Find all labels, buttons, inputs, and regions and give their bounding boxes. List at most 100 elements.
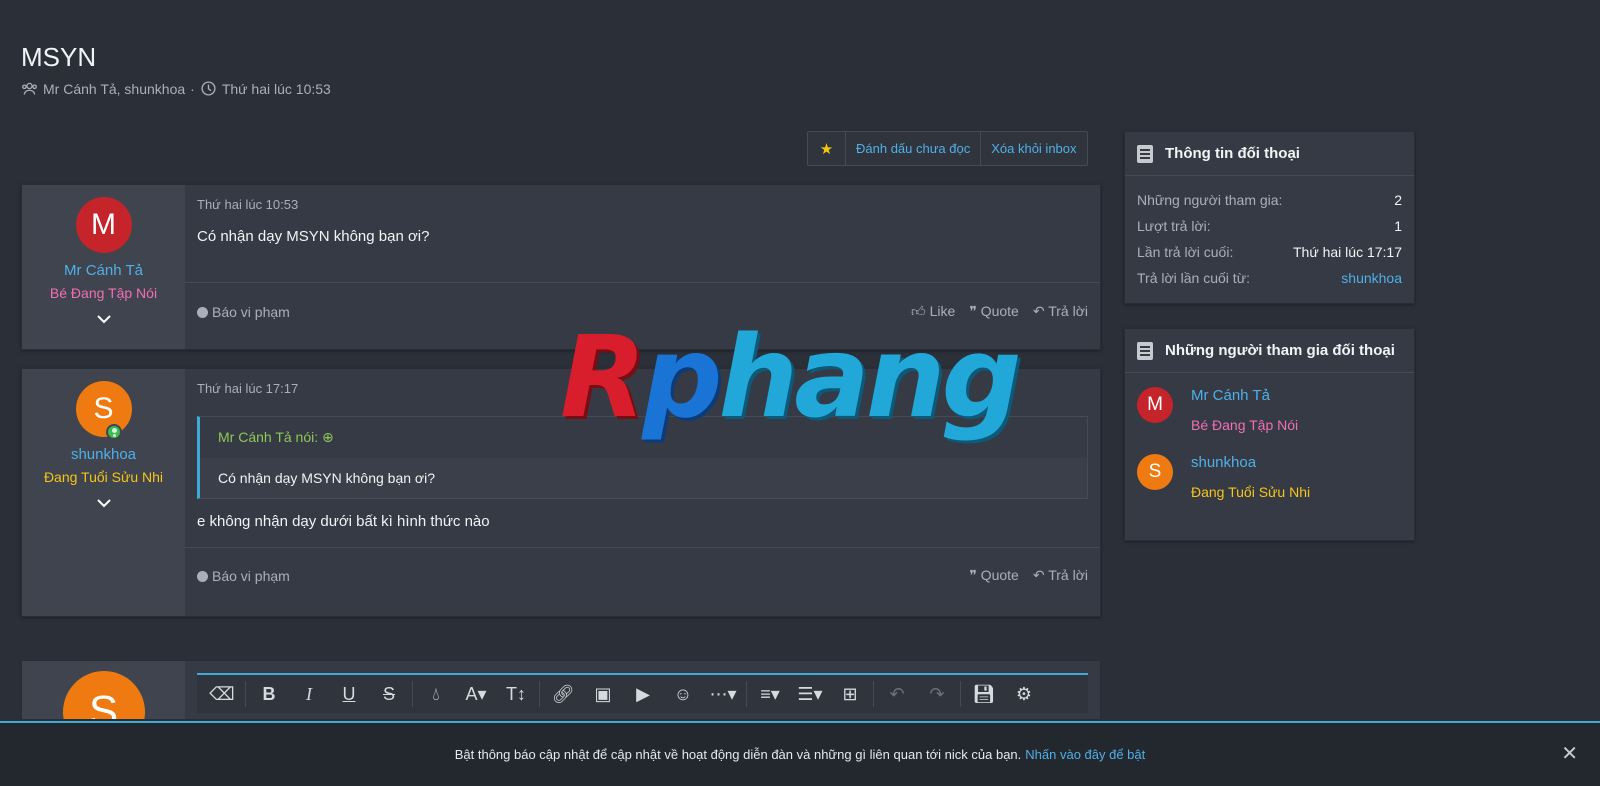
editor-main: ⌫ B I U S 💧︎ A▾ T↕ 🔗︎ ▣ ▶ ☺ ⋯▾ ≡▾ ☰▾ ⊞ ↶… — [185, 661, 1100, 719]
participant-item: S shunkhoa Đang Tuổi Sửu Nhi — [1125, 454, 1414, 500]
avatar[interactable]: M — [75, 197, 132, 253]
divider — [746, 681, 747, 707]
save-draft-icon[interactable]: 💾︎ — [965, 684, 1003, 705]
star-icon[interactable]: ★ — [808, 132, 846, 165]
emoji-icon[interactable]: ☺ — [664, 684, 702, 705]
participant-title: Đang Tuổi Sửu Nhi — [1191, 484, 1311, 500]
message-footer: Báo vi phạm 👍︎ Like ❞ Quote ↶ Trả lời — [185, 282, 1100, 340]
info-row-participants: Những người tham gia: 2 — [1137, 192, 1402, 208]
message-main: Thứ hai lúc 17:17 Mr Cánh Tả nói: ⊕ Có n… — [185, 369, 1100, 616]
info-list: Những người tham gia: 2 Lượt trả lời: 1 Lầ… — [1125, 176, 1414, 291]
document-icon — [1137, 341, 1153, 360]
message-footer: Báo vi phạm ❞ Quote ↶ Trả lời — [185, 547, 1100, 603]
remove-inbox-button[interactable]: Xóa khỏi inbox — [981, 132, 1086, 165]
report-button[interactable]: Báo vi phạm — [197, 304, 290, 320]
font-family-icon[interactable]: A▾ — [457, 684, 495, 705]
quote-author[interactable]: Mr Cánh Tả nói: ⊕ — [200, 417, 1087, 458]
notification-bar: Bật thông báo cập nhật để cập nhật về ho… — [0, 721, 1600, 786]
participant-title: Bé Đang Tập Nói — [1191, 417, 1299, 433]
enable-notifications-link[interactable]: Nhấn vào đây để bật — [1025, 747, 1145, 762]
italic-icon[interactable]: I — [290, 684, 328, 705]
message-user-panel: M Mr Cánh Tả Bé Đang Tập Nói — [22, 185, 185, 349]
chevron-down-icon[interactable] — [22, 311, 185, 327]
panel-header: Thông tin đối thoại — [1125, 132, 1414, 176]
page-title: MSYN — [21, 42, 97, 72]
image-icon[interactable]: ▣ — [584, 684, 622, 705]
avatar[interactable]: M — [1137, 387, 1173, 423]
quote-button[interactable]: ❞ Quote — [969, 303, 1019, 320]
online-status-icon — [105, 424, 122, 440]
quote-icon: ❞ — [969, 303, 981, 319]
list-icon[interactable]: ☰▾ — [791, 684, 829, 705]
panel-title: Thông tin đối thoại — [1165, 145, 1300, 162]
conversation-info-panel: Thông tin đối thoại Những người tham gia… — [1124, 131, 1415, 304]
user-title: Bé Đang Tập Nói — [49, 285, 158, 301]
info-row-replies: Lượt trả lời: 1 — [1137, 218, 1402, 234]
avatar[interactable]: S — [1137, 454, 1173, 490]
user-title: Đang Tuổi Sửu Nhi — [43, 469, 164, 485]
panel-title: Những người tham gia đối thoại — [1165, 342, 1395, 359]
chevron-down-icon[interactable] — [22, 495, 185, 511]
gear-icon[interactable]: ⚙ — [1005, 684, 1043, 705]
more-options-icon[interactable]: ⋯▾ — [704, 684, 742, 705]
last-reply-user-link[interactable]: shunkhoa — [1341, 270, 1402, 286]
users-icon — [22, 82, 37, 95]
avatar: S — [62, 671, 145, 719]
message-main: Thứ hai lúc 10:53 Có nhận dạy MSYN không… — [185, 185, 1100, 349]
panel-header: Những người tham gia đối thoại — [1125, 329, 1414, 373]
reply-button[interactable]: ↶ Trả lời — [1033, 567, 1088, 584]
quote-block: Mr Cánh Tả nói: ⊕ Có nhận dạy MSYN không… — [197, 416, 1088, 499]
redo-icon[interactable]: ↷ — [918, 684, 956, 705]
mark-unread-button[interactable]: Đánh dấu chưa đọc — [846, 132, 982, 165]
reply-button[interactable]: ↶ Trả lời — [1033, 303, 1088, 320]
table-icon[interactable]: ⊞ — [831, 684, 869, 705]
clock-icon — [201, 81, 216, 96]
align-icon[interactable]: ≡▾ — [751, 684, 789, 705]
report-button[interactable]: Báo vi phạm — [197, 568, 290, 584]
info-row-last-reply-by: Trả lời lần cuối từ: shunkhoa — [1137, 270, 1402, 286]
participant-name[interactable]: Mr Cánh Tả — [1191, 387, 1298, 404]
thread-actions: ★ Đánh dấu chưa đọc Xóa khỏi inbox — [807, 131, 1088, 166]
message-date[interactable]: Thứ hai lúc 10:53 — [185, 185, 1100, 212]
thread-date: Thứ hai lúc 10:53 — [221, 80, 331, 97]
message-body: Có nhận dạy MSYN không bạn ơi? — [197, 228, 430, 245]
participant-item: M Mr Cánh Tả Bé Đang Tập Nói — [1125, 387, 1414, 433]
participants-panel: Những người tham gia đối thoại M Mr Cánh… — [1124, 328, 1415, 541]
message-user-panel: S shunkhoa Đang Tuổi Sửu Nhi — [22, 369, 185, 616]
reply-editor: S ⌫ B I U S 💧︎ A▾ T↕ 🔗︎ ▣ ▶ ☺ ⋯▾ ≡▾ ☰▾ ⊞… — [21, 660, 1101, 720]
editor-user-panel: S — [22, 661, 185, 719]
reply-icon: ↶ — [1032, 567, 1049, 583]
divider — [960, 681, 961, 707]
quote-icon: ❞ — [969, 567, 981, 583]
username[interactable]: shunkhoa — [22, 446, 185, 463]
divider — [245, 681, 246, 707]
message-date[interactable]: Thứ hai lúc 17:17 — [185, 369, 1100, 396]
reply-icon: ↶ — [1032, 303, 1049, 319]
text-color-icon[interactable]: 💧︎ — [417, 684, 455, 705]
quote-button[interactable]: ❞ Quote — [969, 567, 1019, 584]
username[interactable]: Mr Cánh Tả — [22, 262, 185, 279]
message-body: e không nhận dạy dưới bất kì hình thức n… — [197, 513, 490, 530]
divider — [539, 681, 540, 707]
divider — [412, 681, 413, 707]
undo-icon[interactable]: ↶ — [878, 684, 916, 705]
bold-icon[interactable]: B — [250, 684, 288, 705]
info-row-last-reply-date: Lần trả lời cuối: Thứ hai lúc 17:17 — [1137, 244, 1402, 260]
arrow-up-circle-icon[interactable]: ⊕ — [322, 429, 334, 445]
strikethrough-icon[interactable]: S — [370, 684, 408, 705]
meta-separator: · — [190, 80, 195, 97]
participants-line[interactable]: Mr Cánh Tả, shunkhoa — [43, 81, 185, 97]
notification-text: Bật thông báo cập nhật để cập nhật về ho… — [454, 747, 1022, 762]
link-icon[interactable]: 🔗︎ — [544, 684, 582, 705]
media-icon[interactable]: ▶ — [624, 684, 662, 705]
eraser-icon[interactable]: ⌫ — [203, 684, 241, 705]
thumbs-up-icon: 👍︎ — [911, 303, 930, 319]
underline-icon[interactable]: U — [330, 684, 368, 705]
close-icon[interactable]: ✕ — [1561, 741, 1578, 766]
participant-name[interactable]: shunkhoa — [1191, 454, 1310, 471]
font-size-icon[interactable]: T↕ — [497, 684, 535, 705]
like-button[interactable]: 👍︎ Like — [911, 303, 955, 320]
message-2: S shunkhoa Đang Tuổi Sửu Nhi Thứ hai lúc… — [21, 368, 1101, 617]
editor-toolbar: ⌫ B I U S 💧︎ A▾ T↕ 🔗︎ ▣ ▶ ☺ ⋯▾ ≡▾ ☰▾ ⊞ ↶… — [197, 673, 1088, 713]
avatar[interactable]: S — [75, 381, 132, 440]
